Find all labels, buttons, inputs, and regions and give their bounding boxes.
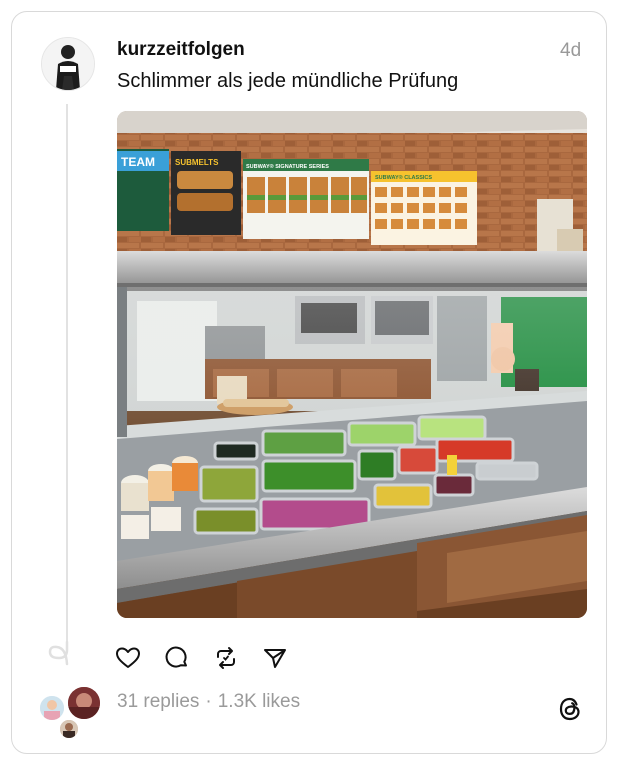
replier-photo-icon — [68, 687, 100, 719]
submelts-sign: SUBMELTS — [175, 158, 219, 167]
heart-icon — [116, 647, 140, 668]
team-sign: TEAM — [121, 155, 155, 169]
share-icon — [264, 649, 286, 668]
post-timestamp[interactable]: 4d — [560, 40, 581, 62]
replier-photo-icon — [60, 720, 78, 738]
like-button[interactable] — [115, 645, 141, 671]
replies-count[interactable]: 31 replies — [117, 691, 199, 712]
post-stats: 31 replies · 1.3K likes — [117, 691, 300, 713]
thread-line — [66, 104, 68, 644]
repost-button[interactable] — [213, 645, 239, 671]
classics-sign: SUBWAY® CLASSICS — [375, 174, 432, 181]
stats-separator: · — [205, 691, 212, 712]
avatar-figure-icon — [42, 38, 94, 90]
author-username[interactable]: kurzzeitfolgen — [117, 39, 245, 61]
likes-count[interactable]: 1.3K likes — [218, 691, 300, 712]
signature-sign: SUBWAY® SIGNATURE SERIES — [246, 163, 329, 170]
replier-avatar-1[interactable] — [38, 694, 66, 722]
replier-avatar-3[interactable] — [58, 718, 80, 740]
replier-avatar-2[interactable] — [66, 685, 102, 721]
repost-icon — [217, 647, 235, 669]
comment-button[interactable] — [164, 645, 190, 671]
post-image[interactable]: TEAM SUBMELTS SUBWAY® SIGNATURE SERIES S… — [117, 111, 587, 618]
author-avatar[interactable] — [41, 37, 95, 91]
threads-logo-icon[interactable] — [557, 696, 583, 722]
sandwich-counter-photo: TEAM SUBMELTS SUBWAY® SIGNATURE SERIES S… — [117, 111, 587, 618]
share-button[interactable] — [262, 645, 288, 671]
thread-loop-icon — [48, 640, 69, 666]
replier-photo-icon — [40, 696, 64, 720]
post-actions — [115, 645, 288, 671]
comment-icon — [165, 646, 187, 668]
post-text: Schlimmer als jede mündliche Prüfung — [117, 70, 459, 92]
